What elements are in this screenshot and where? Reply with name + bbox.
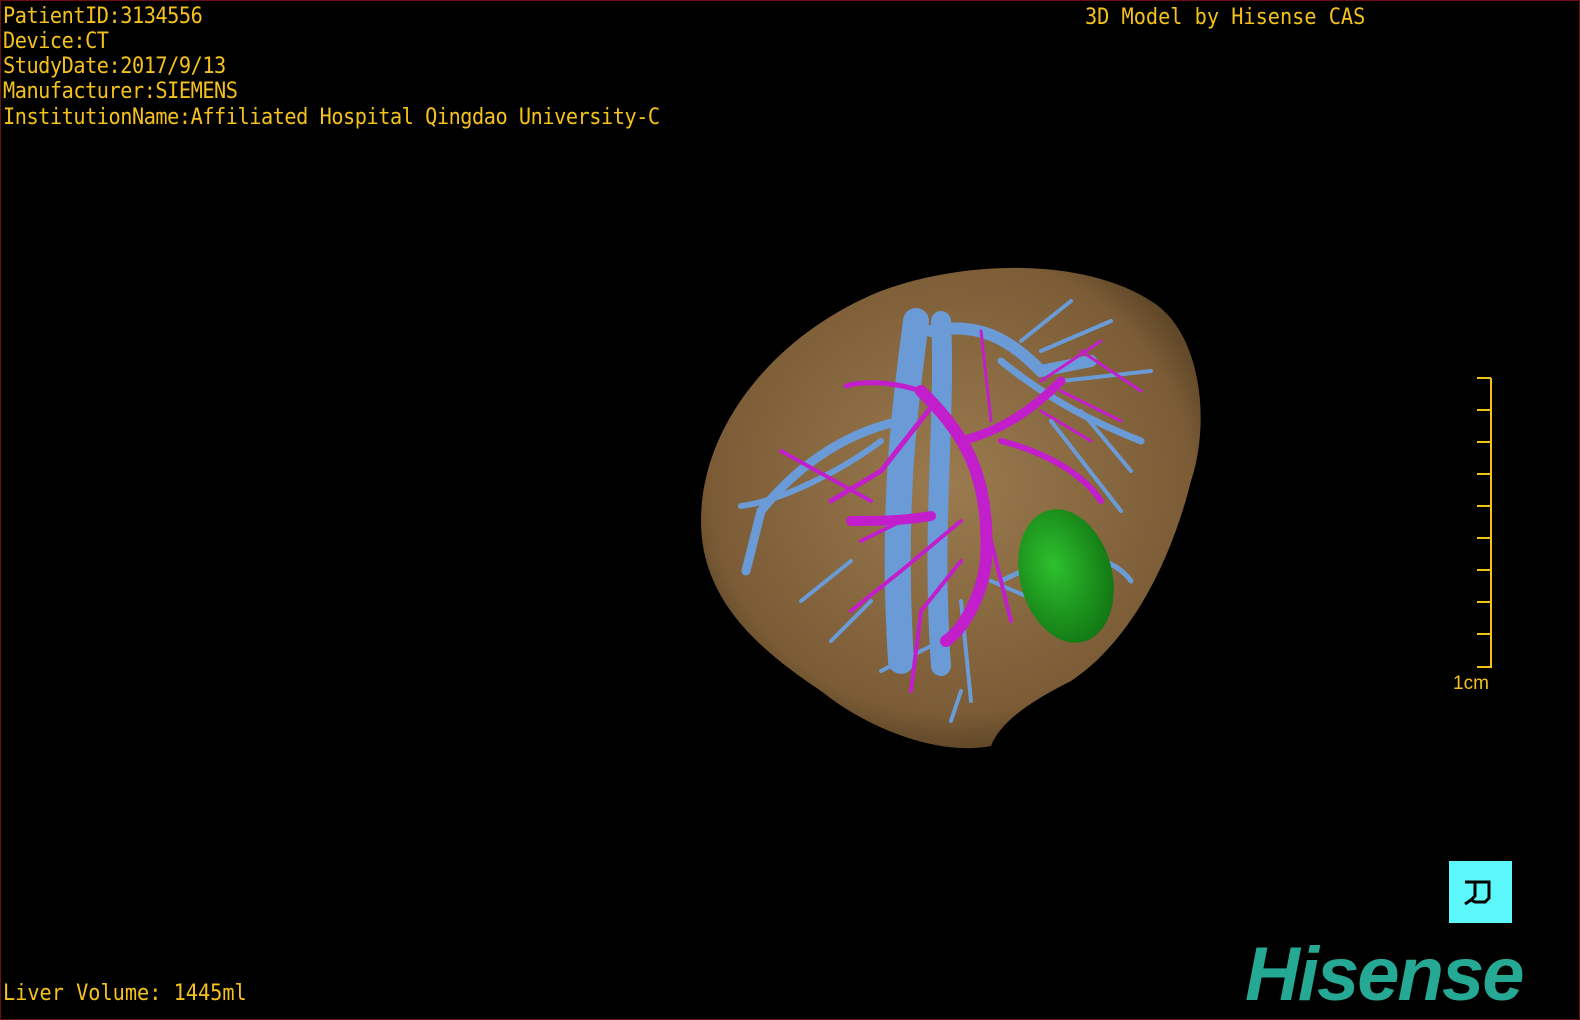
orientation-indicator[interactable] — [1449, 861, 1512, 923]
orientation-glyph-icon — [1463, 880, 1490, 906]
hisense-logo: Hisense — [1245, 932, 1524, 1017]
scale-label: 1cm — [1453, 673, 1489, 694]
scale-ticks — [1477, 377, 1492, 668]
liver-3d-model[interactable] — [1, 1, 1579, 1019]
3d-viewport[interactable]: PatientID:3134556 Device:CT StudyDate:20… — [0, 0, 1580, 1020]
scale-bar — [1477, 377, 1492, 668]
liver-volume: Liver Volume: 1445ml — [3, 981, 247, 1006]
